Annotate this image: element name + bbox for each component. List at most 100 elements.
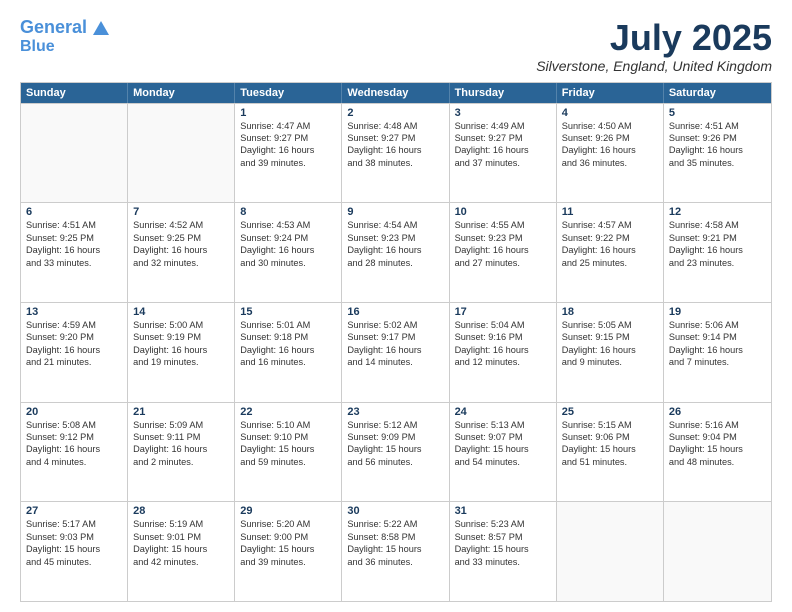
cell-info-line: and 48 minutes. [669,456,766,468]
cell-info-line: and 32 minutes. [133,257,229,269]
cal-cell-23: 23Sunrise: 5:12 AMSunset: 9:09 PMDayligh… [342,403,449,502]
header-day-monday: Monday [128,83,235,103]
cal-cell-22: 22Sunrise: 5:10 AMSunset: 9:10 PMDayligh… [235,403,342,502]
cell-info-line: Sunrise: 4:51 AM [669,120,766,132]
cell-info-line: Sunrise: 5:17 AM [26,518,122,530]
cell-info-line: Sunset: 9:22 PM [562,232,658,244]
week-row-3: 13Sunrise: 4:59 AMSunset: 9:20 PMDayligh… [21,302,771,402]
day-number: 7 [133,206,229,218]
header-day-tuesday: Tuesday [235,83,342,103]
cal-cell-1: 1Sunrise: 4:47 AMSunset: 9:27 PMDaylight… [235,104,342,203]
cell-info-line: Sunrise: 5:12 AM [347,419,443,431]
logo-icon [93,21,109,35]
logo: General Blue [20,18,109,55]
cell-info-line: Daylight: 15 hours [26,543,122,555]
cell-info-line: and 36 minutes. [347,556,443,568]
cal-cell-empty-0-0 [21,104,128,203]
cell-info-line: Sunrise: 5:20 AM [240,518,336,530]
cell-info-line: Daylight: 16 hours [133,443,229,455]
cell-info-line: Sunset: 9:26 PM [562,132,658,144]
cell-info-line: Daylight: 16 hours [562,244,658,256]
cell-info-line: Sunrise: 4:47 AM [240,120,336,132]
day-number: 9 [347,206,443,218]
calendar-header: SundayMondayTuesdayWednesdayThursdayFrid… [21,83,771,103]
header-day-friday: Friday [557,83,664,103]
day-number: 3 [455,107,551,119]
day-number: 6 [26,206,122,218]
cell-info-line: Daylight: 16 hours [562,344,658,356]
cal-cell-30: 30Sunrise: 5:22 AMSunset: 8:58 PMDayligh… [342,502,449,601]
cell-info-line: Sunrise: 4:58 AM [669,219,766,231]
cell-info-line: and 4 minutes. [26,456,122,468]
cell-info-line: Sunset: 9:23 PM [347,232,443,244]
cal-cell-7: 7Sunrise: 4:52 AMSunset: 9:25 PMDaylight… [128,203,235,302]
day-number: 25 [562,406,658,418]
cell-info-line: Daylight: 16 hours [347,144,443,156]
day-number: 5 [669,107,766,119]
cal-cell-31: 31Sunrise: 5:23 AMSunset: 8:57 PMDayligh… [450,502,557,601]
cal-cell-16: 16Sunrise: 5:02 AMSunset: 9:17 PMDayligh… [342,303,449,402]
cal-cell-empty-4-6 [664,502,771,601]
day-number: 24 [455,406,551,418]
cal-cell-5: 5Sunrise: 4:51 AMSunset: 9:26 PMDaylight… [664,104,771,203]
cal-cell-21: 21Sunrise: 5:09 AMSunset: 9:11 PMDayligh… [128,403,235,502]
cell-info-line: Sunset: 9:27 PM [240,132,336,144]
cell-info-line: Sunset: 9:17 PM [347,331,443,343]
cell-info-line: Sunset: 9:25 PM [133,232,229,244]
cal-cell-14: 14Sunrise: 5:00 AMSunset: 9:19 PMDayligh… [128,303,235,402]
cal-cell-26: 26Sunrise: 5:16 AMSunset: 9:04 PMDayligh… [664,403,771,502]
cell-info-line: Sunset: 8:57 PM [455,531,551,543]
week-row-2: 6Sunrise: 4:51 AMSunset: 9:25 PMDaylight… [21,202,771,302]
cell-info-line: Daylight: 16 hours [26,344,122,356]
cell-info-line: Sunrise: 4:48 AM [347,120,443,132]
day-number: 26 [669,406,766,418]
day-number: 1 [240,107,336,119]
cell-info-line: Sunrise: 4:59 AM [26,319,122,331]
day-number: 8 [240,206,336,218]
day-number: 30 [347,505,443,517]
cell-info-line: and 56 minutes. [347,456,443,468]
day-number: 10 [455,206,551,218]
cell-info-line: Daylight: 15 hours [240,543,336,555]
cell-info-line: and 2 minutes. [133,456,229,468]
cal-cell-18: 18Sunrise: 5:05 AMSunset: 9:15 PMDayligh… [557,303,664,402]
cal-cell-28: 28Sunrise: 5:19 AMSunset: 9:01 PMDayligh… [128,502,235,601]
cell-info-line: Daylight: 15 hours [133,543,229,555]
cal-cell-27: 27Sunrise: 5:17 AMSunset: 9:03 PMDayligh… [21,502,128,601]
day-number: 19 [669,306,766,318]
cell-info-line: Daylight: 16 hours [133,344,229,356]
cell-info-line: Daylight: 16 hours [240,344,336,356]
cell-info-line: Sunrise: 5:06 AM [669,319,766,331]
cell-info-line: Sunset: 9:18 PM [240,331,336,343]
cal-cell-13: 13Sunrise: 4:59 AMSunset: 9:20 PMDayligh… [21,303,128,402]
cell-info-line: Daylight: 15 hours [240,443,336,455]
cell-info-line: Sunrise: 4:57 AM [562,219,658,231]
cell-info-line: Sunset: 9:09 PM [347,431,443,443]
cell-info-line: and 23 minutes. [669,257,766,269]
cell-info-line: Sunset: 9:26 PM [669,132,766,144]
cal-cell-12: 12Sunrise: 4:58 AMSunset: 9:21 PMDayligh… [664,203,771,302]
cal-cell-19: 19Sunrise: 5:06 AMSunset: 9:14 PMDayligh… [664,303,771,402]
cell-info-line: Daylight: 16 hours [562,144,658,156]
cell-info-line: Sunrise: 5:01 AM [240,319,336,331]
cell-info-line: and 42 minutes. [133,556,229,568]
cell-info-line: and 27 minutes. [455,257,551,269]
day-number: 17 [455,306,551,318]
cell-info-line: Daylight: 15 hours [455,443,551,455]
cell-info-line: Sunrise: 5:08 AM [26,419,122,431]
cal-cell-10: 10Sunrise: 4:55 AMSunset: 9:23 PMDayligh… [450,203,557,302]
day-number: 28 [133,505,229,517]
cal-cell-3: 3Sunrise: 4:49 AMSunset: 9:27 PMDaylight… [450,104,557,203]
cell-info-line: and 51 minutes. [562,456,658,468]
cell-info-line: and 16 minutes. [240,356,336,368]
cell-info-line: and 7 minutes. [669,356,766,368]
cell-info-line: Sunset: 9:14 PM [669,331,766,343]
cell-info-line: and 12 minutes. [455,356,551,368]
day-number: 11 [562,206,658,218]
cell-info-line: Sunset: 9:20 PM [26,331,122,343]
cell-info-line: and 39 minutes. [240,556,336,568]
cell-info-line: Sunrise: 4:54 AM [347,219,443,231]
day-number: 18 [562,306,658,318]
cell-info-line: Sunrise: 4:50 AM [562,120,658,132]
cell-info-line: Daylight: 16 hours [669,244,766,256]
